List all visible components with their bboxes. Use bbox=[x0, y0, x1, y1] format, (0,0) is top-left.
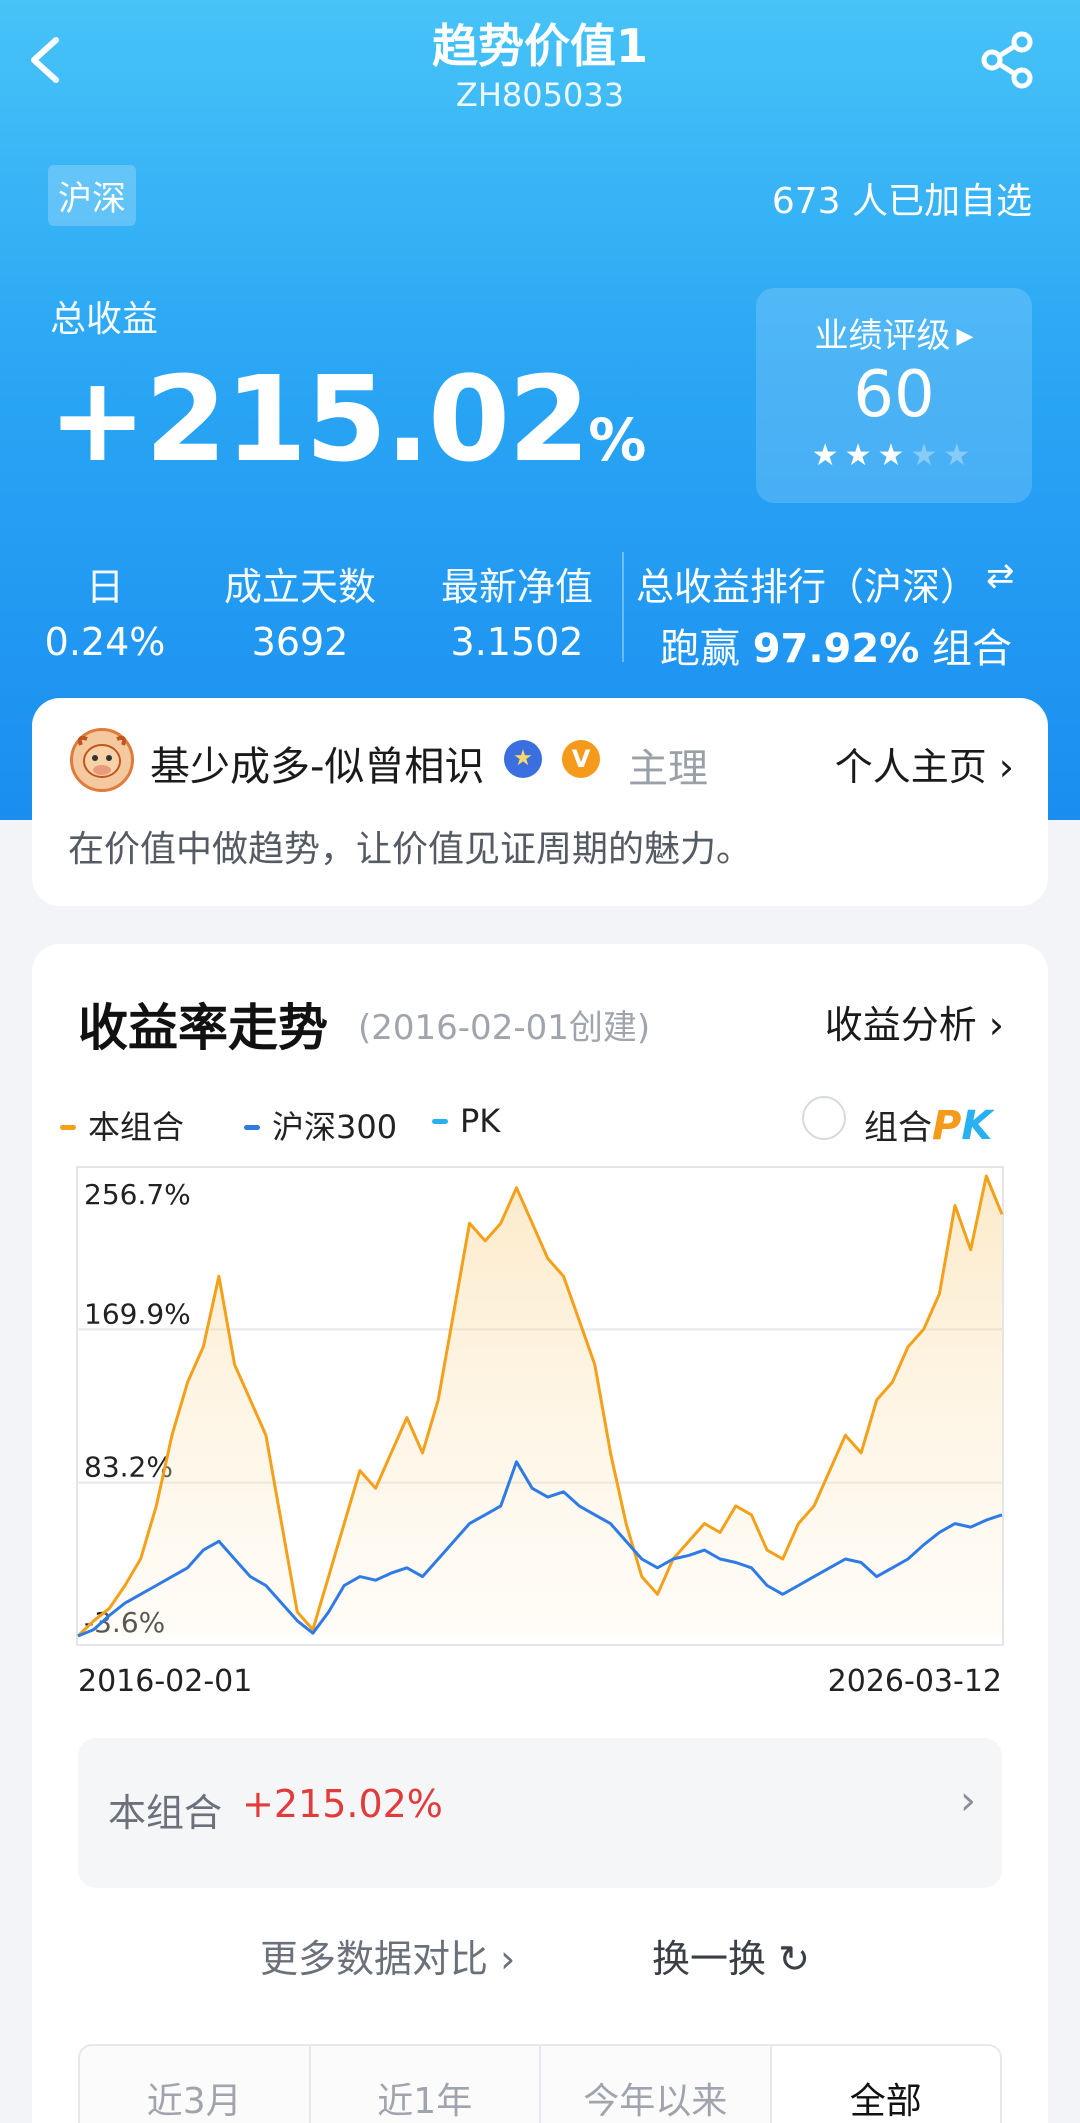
analysis-label: 收益分析 bbox=[824, 1003, 977, 1047]
stats-divider bbox=[622, 552, 624, 662]
range-tab[interactable]: 全部 bbox=[771, 2046, 1000, 2123]
range-tab[interactable]: 近1年 bbox=[311, 2046, 541, 2123]
rank-percent: 97.92% bbox=[752, 626, 920, 672]
rank-label: 总收益排行（沪深） bbox=[636, 565, 979, 609]
rank-prefix: 跑赢 bbox=[659, 626, 740, 672]
star-filled-icon: ★ bbox=[844, 438, 878, 473]
pk-logo: PK bbox=[932, 1103, 993, 1149]
chevron-right-icon: › bbox=[960, 1778, 976, 1824]
total-return-unit: % bbox=[588, 406, 646, 474]
followers-count: 673 人已加自选 bbox=[771, 181, 1032, 222]
swap-button[interactable]: 换一换 ↻ bbox=[652, 1928, 810, 1983]
x-axis-start: 2016-02-01 bbox=[78, 1664, 253, 1699]
series-area bbox=[78, 1176, 1002, 1636]
rating-stars: ★★★★★ bbox=[756, 438, 1032, 473]
legend-swatch bbox=[60, 1125, 76, 1130]
stat-days-label: 成立天数 bbox=[223, 565, 376, 609]
legend-pk: PK bbox=[432, 1102, 500, 1140]
bull-avatar-icon bbox=[77, 735, 127, 778]
share-icon bbox=[981, 31, 1033, 89]
manager-name: 基少成多-似曾相识 bbox=[150, 744, 485, 790]
avatar[interactable] bbox=[70, 728, 134, 792]
manager-role: 主理 bbox=[628, 746, 708, 792]
rank-value: 跑赢 97.92% 组合 bbox=[636, 616, 1036, 674]
range-tab[interactable]: 近3月 bbox=[80, 2046, 311, 2123]
y-tick-label: 256.7% bbox=[84, 1178, 191, 1211]
portfolio-summary-row[interactable]: 本组合 +215.02% › bbox=[78, 1738, 1002, 1888]
rating-label: 业绩评级 bbox=[814, 316, 951, 356]
swap-icon[interactable]: ⇄ bbox=[986, 556, 1026, 596]
performance-rating[interactable]: 业绩评级 ▶ 60 ★★★★★ bbox=[756, 288, 1032, 503]
chevron-left-icon bbox=[31, 37, 59, 83]
pk-radio-button[interactable] bbox=[802, 1096, 846, 1140]
share-button[interactable] bbox=[976, 28, 1040, 92]
return-line-chart: 256.7%169.9%83.2%-3.6% bbox=[76, 1166, 1004, 1646]
summary-value: +215.02% bbox=[242, 1782, 443, 1826]
x-axis-end: 2026-03-12 bbox=[827, 1664, 1002, 1699]
summary-label: 本组合 bbox=[108, 1791, 223, 1835]
stat-nav-value: 3.1502 bbox=[450, 620, 584, 664]
total-return-value: +215.02% bbox=[48, 360, 646, 478]
verified-badge-icon: ★ bbox=[504, 740, 542, 778]
manager-card[interactable]: 基少成多-似曾相识 ★ V 主理 个人主页 › 在价值中做趋势，让价值见证周期的… bbox=[32, 698, 1048, 906]
legend-swatch bbox=[244, 1125, 260, 1130]
more-compare-link[interactable]: 更多数据对比 › bbox=[260, 1928, 515, 1983]
y-tick-label: 169.9% bbox=[84, 1297, 191, 1330]
pk-prefix: 组合 bbox=[864, 1108, 932, 1148]
star-empty-icon: ★ bbox=[910, 438, 944, 473]
return-chart-card: 收益率走势 (2016-02-01创建) 收益分析 › 本组合 沪深300 PK… bbox=[32, 944, 1048, 2123]
rating-label-row: 业绩评级 ▶ bbox=[756, 308, 1032, 357]
manager-description: 在价值中做趋势，让价值见证周期的魅力。 bbox=[68, 829, 753, 870]
back-button[interactable] bbox=[20, 30, 76, 90]
star-empty-icon: ★ bbox=[943, 438, 977, 473]
star-filled-icon: ★ bbox=[877, 438, 911, 473]
legend-label: 本组合 bbox=[88, 1108, 185, 1146]
legend-portfolio: 本组合 bbox=[60, 1102, 184, 1148]
more-compare-label: 更多数据对比 bbox=[260, 1937, 489, 1981]
rank-suffix: 组合 bbox=[932, 626, 1013, 672]
page-title: 趋势价值1 bbox=[431, 19, 648, 73]
rating-score: 60 bbox=[853, 358, 935, 432]
v-badge-icon: V bbox=[562, 740, 600, 778]
stat-daily-value: 0.24% bbox=[44, 620, 166, 664]
chevron-right-icon: › bbox=[500, 1937, 516, 1981]
legend-label: PK bbox=[460, 1102, 501, 1140]
chevron-right-icon: › bbox=[998, 745, 1014, 789]
range-tab[interactable]: 今年以来 bbox=[541, 2046, 772, 2123]
homepage-label: 个人主页 bbox=[834, 745, 987, 789]
legend-label: 沪深300 bbox=[272, 1108, 398, 1146]
y-tick-label: 83.2% bbox=[84, 1451, 173, 1484]
legend-index: 沪深300 bbox=[244, 1102, 397, 1148]
total-return-number: +215.02 bbox=[48, 350, 590, 488]
stat-nav-label: 最新净值 bbox=[440, 565, 593, 609]
section-title: 收益率走势 bbox=[78, 999, 328, 1057]
triangle-right-icon: ▶ bbox=[956, 324, 974, 349]
pk-toggle-label[interactable]: 组合PK bbox=[864, 1100, 992, 1149]
portfolio-code: ZH805033 bbox=[455, 76, 625, 114]
star-filled-icon: ★ bbox=[811, 438, 845, 473]
total-return-label: 总收益 bbox=[50, 299, 159, 340]
refresh-icon: ↻ bbox=[778, 1937, 810, 1981]
return-analysis-link[interactable]: 收益分析 › bbox=[825, 994, 1004, 1049]
homepage-link[interactable]: 个人主页 › bbox=[835, 736, 1014, 791]
chevron-right-icon: › bbox=[988, 1003, 1004, 1047]
range-tabs: 近3月 近1年 今年以来 全部 bbox=[78, 2044, 1002, 2123]
market-tag: 沪深 bbox=[48, 165, 136, 226]
stat-daily-label: 日 bbox=[85, 565, 124, 609]
created-date: (2016-02-01创建) bbox=[358, 1008, 651, 1048]
swap-label: 换一换 bbox=[652, 1937, 767, 1981]
stat-days-value: 3692 bbox=[251, 620, 349, 664]
legend-swatch bbox=[432, 1119, 448, 1124]
